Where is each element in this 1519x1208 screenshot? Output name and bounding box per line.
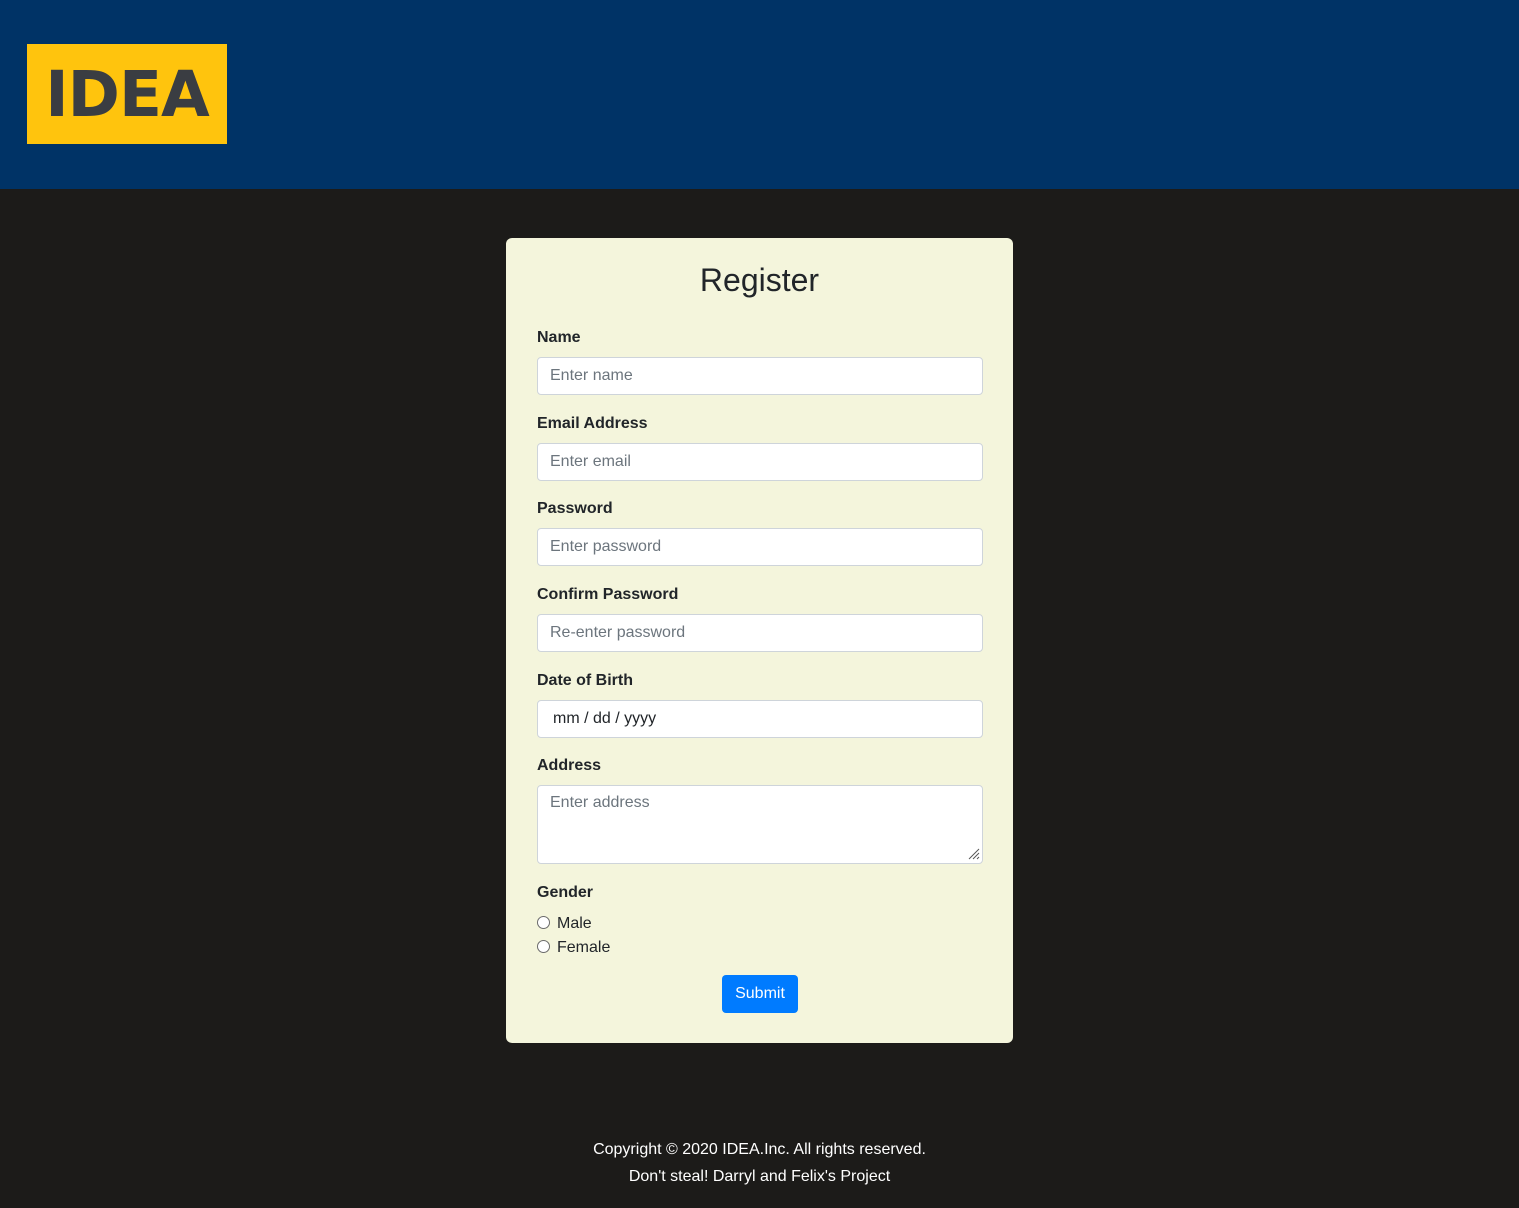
gender-option-male[interactable]: Male: [537, 915, 592, 933]
confirm-password-input[interactable]: [537, 614, 983, 652]
gender-option-label: Male: [557, 915, 592, 932]
site-header: IDEA: [0, 0, 1519, 189]
password-label: Password: [537, 500, 613, 517]
confirm-password-label: Confirm Password: [537, 586, 679, 603]
radio-male[interactable]: [537, 916, 550, 929]
logo[interactable]: IDEA: [27, 44, 227, 144]
address-textarea[interactable]: [537, 785, 983, 864]
footer-note: Don't steal! Darryl and Felix's Project: [628, 1168, 891, 1185]
dob-value: mm / dd / yyyy: [553, 710, 657, 727]
radio-female[interactable]: [537, 940, 550, 953]
address-label: Address: [537, 757, 602, 774]
dob-label: Date of Birth: [537, 672, 633, 689]
submit-button[interactable]: Submit: [722, 975, 798, 1013]
footer-copyright: Copyright © 2020 IDEA.Inc. All rights re…: [593, 1141, 926, 1158]
name-label: Name: [537, 329, 581, 346]
page-title: Register: [699, 262, 820, 298]
logo-text: IDEA: [45, 57, 210, 131]
email-input[interactable]: [537, 443, 983, 481]
gender-label: Gender: [537, 884, 594, 901]
resize-grip-icon[interactable]: [966, 846, 980, 860]
gender-option-label: Female: [557, 939, 611, 956]
gender-option-female[interactable]: Female: [537, 939, 610, 957]
name-input[interactable]: [537, 357, 983, 395]
password-input[interactable]: [537, 528, 983, 566]
dob-input[interactable]: mm / dd / yyyy: [537, 700, 983, 738]
email-label: Email Address: [537, 415, 648, 432]
